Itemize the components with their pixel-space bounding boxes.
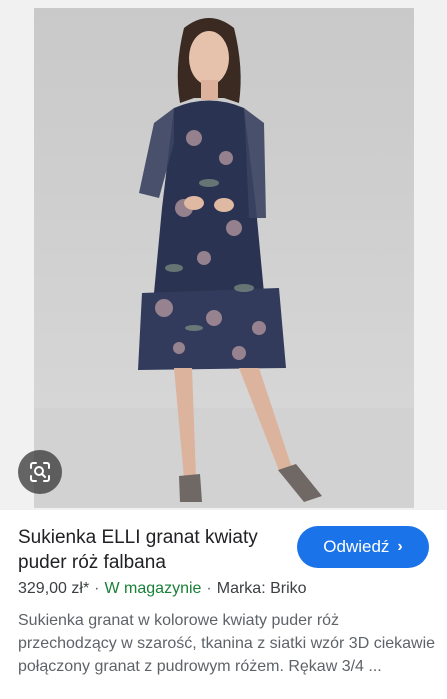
separator-dot: · (94, 580, 100, 597)
model-illustration (34, 18, 414, 508)
lens-search-icon (30, 462, 50, 482)
product-image-area (0, 0, 447, 510)
price: 329,00 zł* (18, 580, 90, 597)
chevron-right-icon: › (397, 538, 403, 555)
visit-button-label: Odwiedź (323, 537, 390, 556)
visit-button[interactable]: Odwiedź › (297, 526, 429, 568)
brand: Marka: Briko (216, 580, 307, 597)
product-title[interactable]: Sukienka ELLI granat kwiaty puder róż fa… (18, 525, 283, 575)
product-description: Sukienka granat w kolorowe kwiaty puder … (18, 612, 436, 675)
separator-dot: · (206, 580, 212, 597)
stock-status: W magazynie (104, 580, 202, 597)
product-photo[interactable] (34, 8, 414, 508)
lens-search-button[interactable] (18, 450, 62, 494)
product-meta: 329,00 zł* · W magazynie · Marka: Briko (18, 580, 307, 598)
